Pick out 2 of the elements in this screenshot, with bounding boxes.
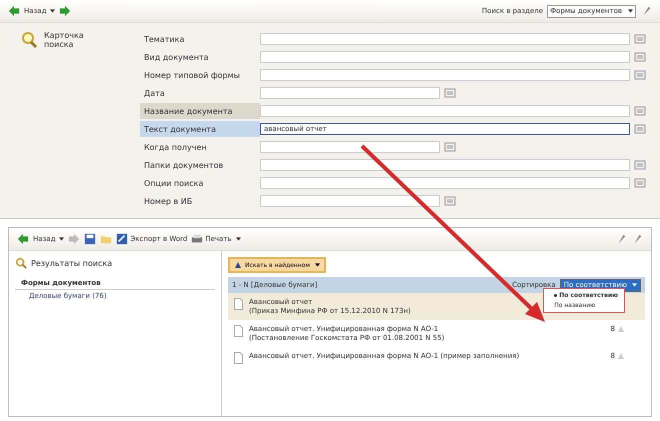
- panel-title: Результаты поиска: [31, 258, 112, 268]
- card-title: Карточка поиска: [44, 31, 85, 49]
